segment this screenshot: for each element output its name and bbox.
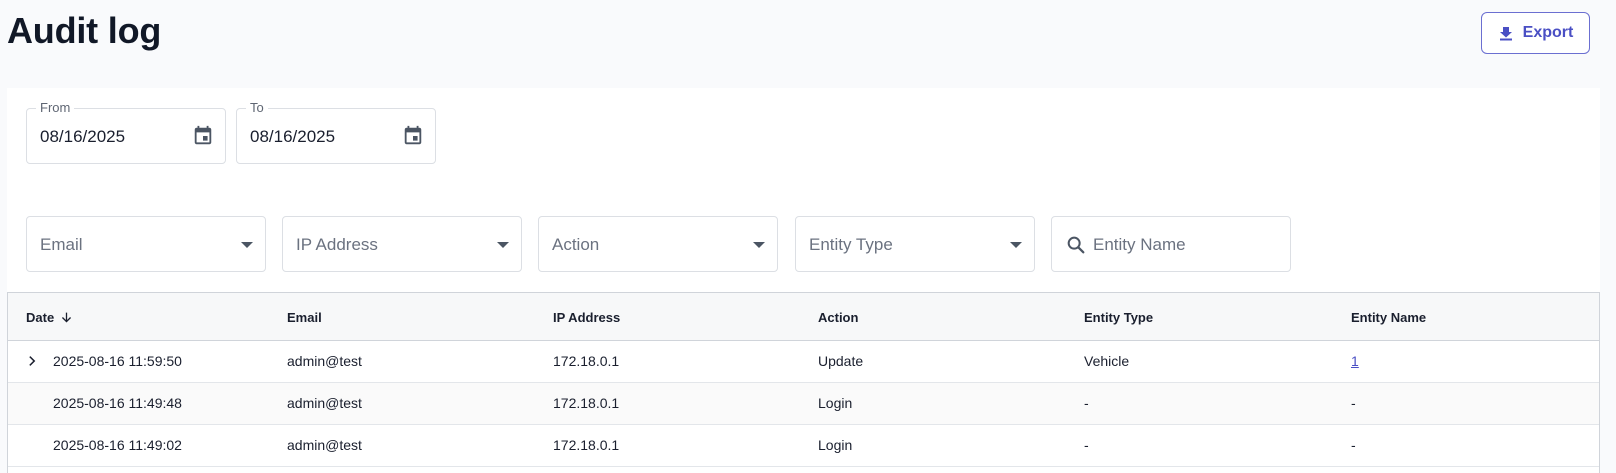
column-header-email-label: Email [287, 310, 322, 325]
column-header-entity-type[interactable]: Entity Type [1084, 310, 1153, 325]
filter-and-table-panel: From 08/16/2025 To 08/16/2025 Email IP A… [7, 88, 1600, 473]
column-header-entity-name[interactable]: Entity Name [1351, 310, 1426, 325]
search-icon [1067, 236, 1085, 254]
chevron-right-icon[interactable] [25, 354, 39, 368]
column-header-ip-address-label: IP Address [553, 310, 621, 325]
action-select-placeholder: Action [552, 235, 600, 254]
cell-email: admin@test [287, 395, 362, 411]
from-date-value: 08/16/2025 [40, 127, 126, 146]
cell-date: 2025-08-16 11:59:50 [53, 353, 182, 369]
cell-action: Login [818, 395, 853, 411]
ip-address-select-placeholder: IP Address [296, 235, 378, 254]
audit-log-page: Audit log Export From 08/16/2025 To 08/1… [0, 0, 1616, 473]
action-select[interactable]: Action [538, 216, 778, 272]
entity-name-search-placeholder: Entity Name [1093, 235, 1186, 254]
download-icon [1499, 27, 1512, 41]
cell-entity-type: - [1084, 437, 1089, 453]
cell-entity-name: - [1351, 437, 1356, 453]
column-header-date-label: Date [26, 310, 55, 325]
cell-ip-address: 172.18.0.1 [553, 395, 620, 411]
export-button[interactable]: Export [1481, 12, 1590, 54]
export-button-label: Export [1522, 24, 1574, 41]
column-header-entity-type-label: Entity Type [1084, 310, 1154, 325]
from-date-field[interactable]: From 08/16/2025 [26, 100, 226, 164]
calendar-icon[interactable] [402, 125, 424, 147]
dropdown-arrow-icon [497, 242, 509, 248]
to-date-label: To [246, 100, 268, 116]
column-header-ip-address[interactable]: IP Address [553, 310, 620, 325]
table-row[interactable]: 2025-08-16 11:59:50 admin@test 172.18.0.… [8, 341, 1599, 383]
entity-name-search-input[interactable]: Entity Name [1051, 216, 1291, 272]
to-date-field[interactable]: To 08/16/2025 [236, 100, 436, 164]
cell-date: 2025-08-16 11:49:48 [53, 395, 182, 411]
entity-type-select-placeholder: Entity Type [809, 235, 893, 254]
cell-entity-name: - [1351, 395, 1356, 411]
audit-log-table: Date Email IP Address Action Entity Type [7, 292, 1600, 473]
from-date-label: From [36, 100, 75, 116]
dropdown-arrow-icon [1010, 242, 1022, 248]
entity-type-select[interactable]: Entity Type [795, 216, 1035, 272]
to-date-value: 08/16/2025 [250, 127, 336, 146]
table-row[interactable]: 2025-08-16 11:49:48 admin@test 172.18.0.… [8, 383, 1599, 425]
column-header-action[interactable]: Action [818, 310, 858, 325]
column-header-date[interactable]: Date [26, 310, 73, 325]
sort-descending-icon[interactable] [60, 311, 73, 324]
table-header: Date Email IP Address Action Entity Type [8, 293, 1599, 341]
ip-address-select[interactable]: IP Address [282, 216, 522, 272]
calendar-icon[interactable] [192, 125, 214, 147]
cell-entity-type: Vehicle [1084, 353, 1130, 369]
entity-name-link[interactable]: 1 [1351, 353, 1359, 369]
cell-ip-address: 172.18.0.1 [553, 353, 620, 369]
cell-entity-type: - [1084, 395, 1089, 411]
dropdown-arrow-icon [241, 242, 253, 248]
column-header-action-label: Action [818, 310, 859, 325]
email-select[interactable]: Email [26, 216, 266, 272]
dropdown-arrow-icon [753, 242, 765, 248]
page-title: Audit log [7, 10, 162, 51]
email-select-placeholder: Email [40, 235, 83, 254]
cell-date: 2025-08-16 11:49:02 [53, 437, 182, 453]
cell-ip-address: 172.18.0.1 [553, 437, 620, 453]
cell-email: admin@test [287, 353, 362, 369]
table-row[interactable]: 2025-08-16 11:49:02 admin@test 172.18.0.… [8, 425, 1599, 467]
column-header-entity-name-label: Entity Name [1351, 310, 1427, 325]
cell-action: Login [818, 437, 853, 453]
cell-email: admin@test [287, 437, 362, 453]
column-header-email[interactable]: Email [287, 310, 322, 325]
cell-action: Update [818, 353, 864, 369]
